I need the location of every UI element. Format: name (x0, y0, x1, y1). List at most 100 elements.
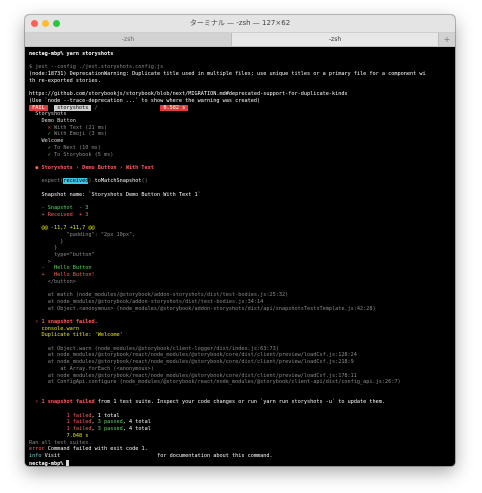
terminal-text: 1 failed (66, 419, 92, 426)
terminal-line: at match (node_modules/@storybook/addon-… (29, 292, 451, 299)
terminal-line: @@ -11,7 +11,7 @@ (29, 225, 451, 232)
terminal-line: https://github.com/storybookjs/storybook… (29, 91, 451, 98)
terminal-text: › 1 snapshot failed. (29, 318, 98, 325)
terminal-text: at node_modules/@storybook/react/node_mo… (29, 372, 357, 379)
terminal-line: Snapshot name: `Storyshots Demo Button W… (29, 192, 451, 199)
terminal-text: - Hello Button (29, 265, 92, 272)
terminal-text: } (29, 238, 64, 245)
tab-bar: -zsh -zsh + (25, 33, 455, 47)
terminal-text: ✓ (29, 151, 54, 158)
terminal-line: > (29, 259, 451, 266)
terminal-text: (Use `node --trace-deprecation ...` to s… (29, 97, 261, 104)
terminal-line: ✕ With Text (21 ms) (29, 125, 451, 132)
terminal-line: 1 failed, 3 passed, 4 total (29, 426, 451, 433)
terminal-text: To Next (10 ms) (54, 144, 101, 151)
terminal-text: + Hello Button! (29, 272, 95, 279)
terminal-text: at node_modules/@storybook/addon-storysh… (29, 298, 264, 305)
terminal-line: 7.048 s (29, 433, 451, 440)
terminal-line: 1 failed, 3 passed, 4 total (29, 419, 451, 426)
terminal-line: ● Storyshots › Demo Button › With Text (29, 165, 451, 172)
terminal-text: </button> (29, 278, 76, 285)
title-bar: ターミナル — -zsh — 127×62 (25, 15, 455, 33)
terminal-text: , 4 total (122, 426, 151, 433)
terminal-line: error Command failed with exit code 1. (29, 446, 451, 453)
terminal-text: @@ -11,7 +11,7 @@ (29, 225, 95, 232)
terminal-line: + Hello Button! (29, 272, 451, 279)
new-tab-icon[interactable]: + (439, 33, 455, 46)
terminal-text: > (29, 258, 51, 265)
terminal-line: Welcome (29, 138, 451, 145)
terminal-text: With Emoji (3 ms) (54, 131, 108, 138)
terminal-output[interactable]: nectag-mbp% yarn storyshots $ jest --conf… (25, 47, 455, 466)
terminal-text: Welcome (29, 138, 64, 145)
terminal-line: at node_modules/@storybook/react/node_mo… (29, 373, 451, 380)
terminal-line: at Array.forEach (<anonymous>) (29, 366, 451, 373)
window-title: ターミナル — -zsh — 127×62 (189, 19, 291, 27)
terminal-text: from 1 test suite. Inspect your code cha… (94, 399, 386, 406)
terminal-line: - Snapshot - 3 (29, 205, 451, 212)
terminal-line: at ConfigApi.configure (node_modules/@st… (29, 379, 451, 386)
terminal-text: https://github.com/storybookjs/storybook… (29, 91, 348, 98)
terminal-text: (node:18731) DeprecationWarning: Duplica… (29, 71, 426, 78)
terminal-text: ● Storyshots › Demo Button › With Text (29, 164, 154, 171)
terminal-text: Storyshots (29, 111, 67, 118)
terminal-text: for documentation about this command. (157, 452, 273, 459)
terminal-line: } (29, 245, 451, 252)
terminal-text: + Received + 3 (29, 211, 89, 218)
terminal-line: at Object.<anonymous> (node_modules/@sto… (29, 306, 451, 313)
terminal-text: storyshots (54, 104, 92, 111)
terminal-text: Snapshot name: `Storyshots Demo Button W… (29, 191, 201, 198)
terminal-text: ✓ (29, 144, 54, 151)
terminal-line: 1 failed, 1 total (29, 413, 451, 420)
terminal-line: at node_modules/@storybook/react/node_mo… (29, 352, 451, 359)
terminal-text: received (63, 178, 89, 185)
terminal-text: $ jest --config ./jest.storyshots.config… (29, 64, 164, 71)
terminal-text: 7.048 s (66, 432, 89, 439)
terminal-text: nectag-mbp% yarn storyshots (29, 51, 114, 57)
terminal-line: at node_modules/@storybook/addon-storysh… (29, 299, 451, 306)
terminal-line: Storyshots (29, 111, 451, 118)
terminal-line: › 1 snapshot failed. (29, 319, 451, 326)
terminal-text: th re-exported stories. (29, 77, 101, 84)
terminal-line: ✓ To Storybook (5 ms) (29, 152, 451, 159)
terminal-text: type="button" (29, 251, 95, 258)
terminal-line: FAIL storyshots / 0.582 s (29, 104, 451, 112)
terminal-line: at Object.warn (node_modules/@storybook/… (29, 346, 451, 353)
terminal-text: nectag-mbp% (29, 460, 67, 466)
terminal-text: Visit (41, 452, 61, 459)
terminal-line: "padding": "2px 10px", (29, 232, 451, 239)
terminal-text: Ran all test suites. (29, 439, 92, 446)
terminal-line: Duplicate title: 'Welcome' (29, 332, 451, 339)
terminal-text: , 1 total (91, 412, 120, 419)
terminal-text: console.warn (29, 325, 79, 332)
terminal-text: 3 passed (97, 426, 123, 433)
terminal-text: () (141, 178, 148, 185)
tab-zsh-1[interactable]: -zsh (25, 33, 232, 46)
terminal-text: 3 passed (97, 419, 123, 426)
terminal-line: nectag-mbp% (29, 459, 451, 466)
tab-zsh-2[interactable]: -zsh (232, 33, 439, 46)
terminal-line: - Hello Button (29, 265, 451, 272)
terminal-text: , 4 total (122, 419, 151, 426)
terminal-line: ✓ With Emoji (3 ms) (29, 131, 451, 138)
terminal-line: (Use `node --trace-deprecation ...` to s… (29, 98, 451, 105)
terminal-text: Demo Button (29, 118, 76, 124)
terminal-text: at ConfigApi.configure (node_modules/@st… (29, 379, 401, 386)
terminal-text: › 1 snapshot failed (29, 399, 95, 406)
terminal-line: Demo Button (29, 118, 451, 125)
terminal-line: ✓ To Next (10 ms) (29, 145, 451, 152)
terminal-line: Ran all test suites. (29, 440, 451, 447)
